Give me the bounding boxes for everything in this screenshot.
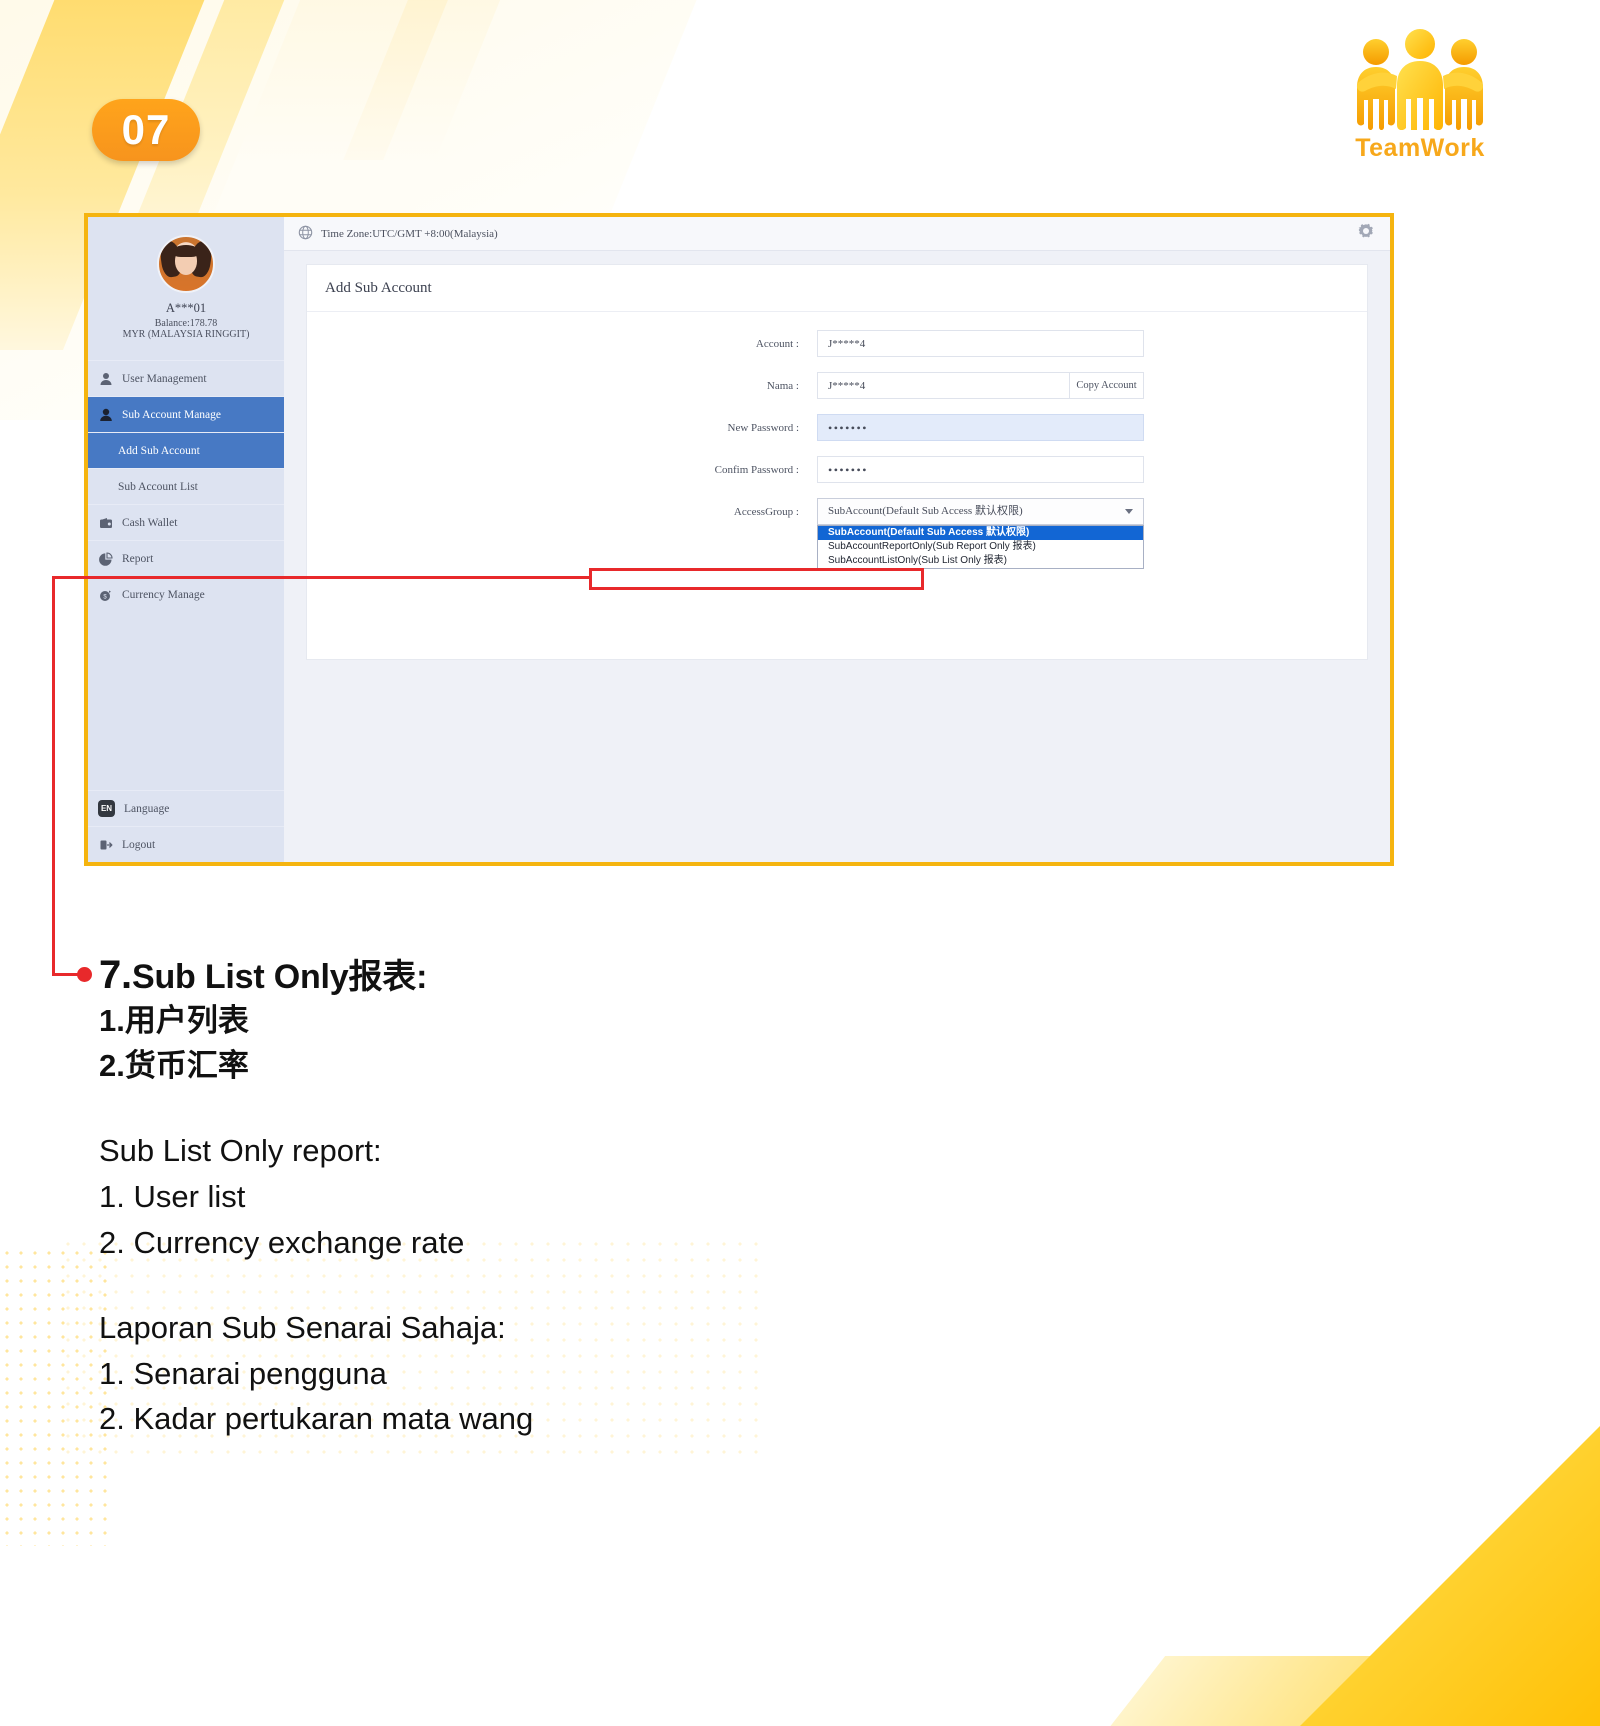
sidebar-item-cash-wallet[interactable]: Cash Wallet bbox=[88, 504, 284, 540]
user-icon bbox=[98, 371, 113, 386]
app-screenshot-frame: A***01 Balance:178.78 MYR (MALAYSIA RING… bbox=[84, 213, 1394, 866]
language-icon: EN bbox=[98, 800, 115, 817]
brand-block: TeamWork bbox=[1300, 22, 1540, 163]
confirm-password-label: Confim Password : bbox=[714, 463, 799, 476]
field-row-account: Account : J*****4 bbox=[307, 330, 1367, 357]
field-row-confirm-password: Confim Password : ••••••• bbox=[307, 456, 1367, 483]
caption-ms-line-2: 2. Kadar pertukaran mata wang bbox=[99, 1401, 534, 1437]
sidebar-item-label: Language bbox=[124, 802, 170, 815]
sidebar-nav: User Management Sub Account Manage Add S… bbox=[88, 360, 284, 612]
step-number-badge: 07 bbox=[92, 99, 200, 161]
profile-username: A***01 bbox=[165, 301, 207, 315]
sidebar-item-label: Report bbox=[122, 552, 154, 565]
account-input[interactable]: J*****4 bbox=[817, 330, 1144, 357]
caption-zh-line-2: 2.货币汇率 bbox=[99, 1047, 249, 1083]
sidebar-item-report[interactable]: Report bbox=[88, 540, 284, 576]
callout-endpoint-dot bbox=[77, 967, 92, 982]
confirm-password-input[interactable]: ••••••• bbox=[817, 456, 1144, 483]
main-pane: Time Zone:UTC/GMT +8:00(Malaysia) Add Su… bbox=[284, 217, 1390, 862]
caption-heading-text: Sub List Only报表: bbox=[131, 958, 428, 996]
access-group-selected-value: SubAccount(Default Sub Access 默认权限) bbox=[828, 505, 1023, 517]
sidebar-item-add-sub-account[interactable]: Add Sub Account bbox=[88, 432, 284, 468]
gear-icon[interactable] bbox=[1356, 221, 1376, 246]
access-group-select[interactable]: SubAccount(Default Sub Access 默认权限) bbox=[817, 498, 1144, 525]
corner-wedge-1 bbox=[1260, 1346, 1600, 1726]
corner-band bbox=[1094, 1656, 1486, 1726]
field-row-access-group: AccessGroup : SubAccount(Default Sub Acc… bbox=[307, 498, 1367, 569]
caption-block: 7.Sub List Only报表: 1.用户列表 2.货币汇率 Sub Lis… bbox=[99, 952, 1199, 1442]
caption-en-line-1: 1. User list bbox=[99, 1179, 246, 1214]
access-group-option-default[interactable]: SubAccount(Default Sub Access 默认权限) bbox=[818, 526, 1143, 540]
corner-wedge-3 bbox=[1234, 1581, 1600, 1726]
logout-icon bbox=[98, 837, 113, 852]
coin-icon: $ bbox=[98, 587, 113, 602]
pie-chart-icon bbox=[98, 551, 113, 566]
corner-wedge-2 bbox=[1300, 1426, 1600, 1726]
sidebar-item-label: Sub Account List bbox=[118, 480, 198, 493]
user-filled-icon bbox=[98, 407, 113, 422]
sidebar-item-sub-account-manage[interactable]: Sub Account Manage bbox=[88, 396, 284, 432]
caption-heading: 7.Sub List Only报表: bbox=[99, 952, 1199, 999]
card-title: Add Sub Account bbox=[307, 265, 1367, 312]
copy-account-button[interactable]: Copy Account bbox=[1069, 372, 1144, 399]
add-sub-account-form: Account : J*****4 Nama : J*****4 Copy Ac… bbox=[307, 312, 1367, 569]
caption-ms-line-1: 1. Senarai pengguna bbox=[99, 1355, 387, 1391]
add-sub-account-card: Add Sub Account Account : J*****4 Nama :… bbox=[306, 264, 1368, 660]
topbar: Time Zone:UTC/GMT +8:00(Malaysia) bbox=[284, 217, 1390, 251]
wallet-icon bbox=[98, 515, 113, 530]
field-row-new-password: New Password : ••••••• bbox=[307, 414, 1367, 441]
field-row-nama: Nama : J*****4 Copy Account bbox=[307, 372, 1367, 399]
caption-zh-line-1: 1.用户列表 bbox=[99, 1003, 249, 1039]
brand-name-label: TeamWork bbox=[1355, 134, 1485, 162]
access-group-option-listonly[interactable]: SubAccountListOnly(Sub List Only 报表) bbox=[818, 554, 1143, 568]
new-password-label: New Password : bbox=[727, 421, 800, 434]
nama-label: Nama : bbox=[766, 379, 799, 392]
sidebar-item-label: User Management bbox=[122, 372, 207, 385]
caption-en-title: Sub List Only report: bbox=[99, 1133, 382, 1169]
callout-connector-vertical bbox=[52, 576, 55, 976]
sidebar-item-logout[interactable]: Logout bbox=[88, 826, 284, 862]
diagonal-stripe-4 bbox=[343, 0, 537, 160]
new-password-input[interactable]: ••••••• bbox=[817, 414, 1144, 441]
sidebar-item-label: Currency Manage bbox=[122, 588, 205, 601]
caption-heading-number: 7. bbox=[99, 953, 132, 997]
sidebar-item-label: Cash Wallet bbox=[122, 516, 178, 529]
sidebar-bottom-nav: EN Language Logout bbox=[88, 790, 284, 862]
avatar bbox=[157, 235, 215, 293]
caption-en-line-2: 2. Currency exchange rate bbox=[99, 1224, 465, 1260]
globe-icon bbox=[298, 225, 313, 243]
sidebar-item-currency-manage[interactable]: $ Currency Manage bbox=[88, 576, 284, 612]
profile-currency: MYR (MALAYSIA RINGGIT) bbox=[122, 329, 250, 340]
timezone-label: Time Zone:UTC/GMT +8:00(Malaysia) bbox=[321, 227, 498, 240]
access-group-label: AccessGroup : bbox=[733, 505, 799, 518]
profile-block: A***01 Balance:178.78 MYR (MALAYSIA RING… bbox=[88, 217, 284, 348]
caption-ms-title: Laporan Sub Senarai Sahaja: bbox=[99, 1310, 506, 1346]
teamwork-logo-icon bbox=[1300, 22, 1540, 132]
profile-balance: Balance:178.78 bbox=[154, 318, 218, 329]
sidebar-item-label: Sub Account Manage bbox=[122, 408, 222, 421]
sidebar-item-label: Logout bbox=[122, 838, 156, 851]
dot-pattern-left bbox=[0, 1246, 110, 1546]
access-group-option-list[interactable]: SubAccount(Default Sub Access 默认权限) SubA… bbox=[817, 525, 1144, 569]
sidebar-item-label: Add Sub Account bbox=[118, 444, 200, 457]
slide-page: 07 TeamWork A***01 Balance:178.78 MYR (M… bbox=[0, 0, 1600, 1726]
account-label: Account : bbox=[755, 337, 799, 350]
callout-connector-horizontal-top bbox=[52, 576, 592, 579]
sidebar: A***01 Balance:178.78 MYR (MALAYSIA RING… bbox=[88, 217, 284, 862]
access-group-option-reportonly[interactable]: SubAccountReportOnly(Sub Report Only 报表) bbox=[818, 540, 1143, 554]
step-number-label: 07 bbox=[121, 106, 171, 153]
timezone-block: Time Zone:UTC/GMT +8:00(Malaysia) bbox=[298, 225, 498, 243]
nama-input[interactable]: J*****4 bbox=[817, 372, 1069, 399]
sidebar-item-language[interactable]: EN Language bbox=[88, 790, 284, 826]
sidebar-item-user-management[interactable]: User Management bbox=[88, 360, 284, 396]
sidebar-item-sub-account-list[interactable]: Sub Account List bbox=[88, 468, 284, 504]
chevron-down-icon bbox=[1125, 509, 1133, 514]
